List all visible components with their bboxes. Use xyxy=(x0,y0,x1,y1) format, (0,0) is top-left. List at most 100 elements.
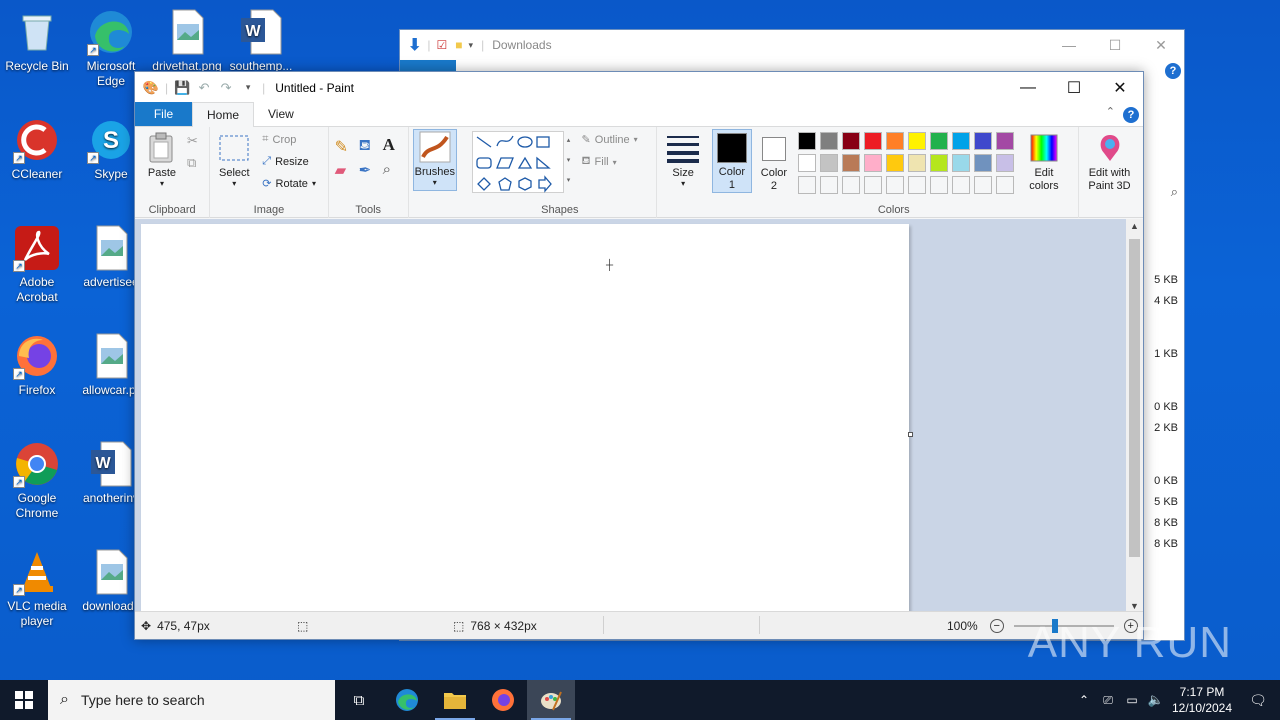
tab-view[interactable]: View xyxy=(254,102,308,126)
tab-home[interactable]: Home xyxy=(192,102,255,127)
custom-color-slot[interactable] xyxy=(863,176,882,194)
drawing-canvas[interactable]: ┼ xyxy=(141,224,909,613)
color2-button[interactable]: Color 2 xyxy=(756,129,792,193)
palette-color-swatch[interactable] xyxy=(907,132,926,150)
taskbar-paint[interactable] xyxy=(527,680,575,720)
palette-color-swatch[interactable] xyxy=(797,132,816,150)
taskbar-edge[interactable] xyxy=(383,680,431,720)
maximize-icon[interactable]: ☐ xyxy=(1092,30,1138,60)
folder-icon[interactable]: ■ xyxy=(455,38,462,52)
desktop-icon-southemp[interactable]: W southemp... xyxy=(224,8,298,74)
clock[interactable]: 7:17 PM 12/10/2024 xyxy=(1168,684,1236,716)
desktop-icon-recycle-bin[interactable]: Recycle Bin xyxy=(0,8,74,74)
custom-color-slot[interactable] xyxy=(929,176,948,194)
desktop-icon-ccleaner[interactable]: ↗ CCleaner xyxy=(0,116,74,182)
select-dropdown-icon[interactable]: ▾ xyxy=(216,179,252,188)
palette-color-swatch[interactable] xyxy=(863,154,882,172)
desktop-icon-firefox[interactable]: ↗ Firefox xyxy=(0,332,74,398)
paste-dropdown-icon[interactable]: ▾ xyxy=(143,179,181,188)
desktop-icon-vlc[interactable]: ↗ VLC media player xyxy=(0,548,74,629)
scroll-down-icon[interactable]: ▼ xyxy=(1130,601,1139,611)
network-icon[interactable]: ▭ xyxy=(1120,693,1144,707)
maximize-icon[interactable]: ☐ xyxy=(1051,72,1097,103)
edit-colors-button[interactable]: Edit colors xyxy=(1022,131,1066,193)
palette-color-swatch[interactable] xyxy=(973,154,992,172)
desktop-icon-chrome[interactable]: ↗ Google Chrome xyxy=(0,440,74,521)
properties-icon[interactable]: ☑ xyxy=(437,38,448,52)
fill-bucket-icon[interactable]: ⛾ xyxy=(359,137,371,156)
shapes-gallery[interactable] xyxy=(471,131,564,193)
vertical-scrollbar[interactable]: ▲ ▼ xyxy=(1126,219,1143,613)
collapse-ribbon-icon[interactable]: ⌃ xyxy=(1106,105,1115,118)
edit-with-paint3d-button[interactable]: Edit with Paint 3D xyxy=(1083,131,1137,193)
custom-color-slot[interactable] xyxy=(841,176,860,194)
minimize-icon[interactable]: — xyxy=(1005,72,1051,103)
brushes-button[interactable]: Brushes ▾ xyxy=(412,129,457,191)
custom-color-slot[interactable] xyxy=(951,176,970,194)
taskbar-search[interactable]: ⌕ Type here to search xyxy=(48,680,335,720)
tab-file[interactable]: File xyxy=(135,102,192,126)
canvas-area[interactable]: ┼ xyxy=(135,219,1128,613)
scrollbar-thumb[interactable] xyxy=(1129,239,1140,557)
cut-icon[interactable]: ✂ xyxy=(187,133,198,149)
text-icon[interactable]: A xyxy=(383,135,395,155)
canvas-resize-handle[interactable] xyxy=(908,432,913,437)
paste-button[interactable]: Paste ▾ xyxy=(143,131,181,188)
zoom-out-icon[interactable]: − xyxy=(989,618,1004,633)
palette-color-swatch[interactable] xyxy=(819,132,838,150)
palette-color-swatch[interactable] xyxy=(995,154,1014,172)
undo-icon[interactable]: ↶ xyxy=(196,80,212,96)
custom-color-slot[interactable] xyxy=(885,176,904,194)
close-icon[interactable]: ✕ xyxy=(1097,72,1143,103)
rotate-button[interactable]: ⟳ Rotate ▾ xyxy=(262,177,316,191)
size-button[interactable]: Size ▾ xyxy=(665,131,701,188)
start-button[interactable] xyxy=(0,680,48,720)
palette-color-swatch[interactable] xyxy=(951,154,970,172)
help-icon[interactable]: ? xyxy=(1123,107,1139,123)
custom-color-slot[interactable] xyxy=(819,176,838,194)
taskbar-firefox[interactable] xyxy=(479,680,527,720)
custom-color-slot[interactable] xyxy=(995,176,1014,194)
fill-button[interactable]: ⛾ Fill ▾ xyxy=(582,155,617,169)
palette-color-swatch[interactable] xyxy=(841,154,860,172)
color-picker-icon[interactable]: ✒ xyxy=(359,161,372,179)
scroll-up-icon[interactable]: ▲ xyxy=(1130,221,1139,231)
paint-titlebar[interactable]: 🎨 | 💾 ↶ ↷ ▾ | Untitled - Paint — ☐ ✕ xyxy=(135,72,1143,103)
eraser-icon[interactable]: ▰ xyxy=(335,161,347,179)
desktop-icon-acrobat[interactable]: ↗ Adobe Acrobat xyxy=(0,224,74,305)
desktop-icon-drivethat[interactable]: drivethat.png xyxy=(150,8,224,74)
palette-color-swatch[interactable] xyxy=(885,154,904,172)
palette-color-swatch[interactable] xyxy=(973,132,992,150)
resize-button[interactable]: ⤢ Resize xyxy=(262,155,308,168)
paint-app-icon[interactable]: 🎨 xyxy=(143,80,159,96)
minimize-icon[interactable]: — xyxy=(1046,30,1092,60)
customize-qat-icon[interactable]: ▾ xyxy=(240,80,256,96)
volume-icon[interactable]: 🔈 xyxy=(1144,692,1168,708)
network-adapter-icon[interactable]: ⎚ xyxy=(1096,693,1120,708)
close-icon[interactable]: ✕ xyxy=(1138,30,1184,60)
palette-color-swatch[interactable] xyxy=(929,154,948,172)
custom-color-slot[interactable] xyxy=(973,176,992,194)
palette-color-swatch[interactable] xyxy=(797,154,816,172)
taskbar-file-explorer[interactable] xyxy=(431,680,479,720)
palette-color-swatch[interactable] xyxy=(841,132,860,150)
chevron-up-icon[interactable]: ⌃ xyxy=(1072,693,1096,707)
palette-color-swatch[interactable] xyxy=(995,132,1014,150)
redo-icon[interactable]: ↷ xyxy=(218,80,234,96)
help-icon[interactable]: ? xyxy=(1165,63,1181,79)
palette-color-swatch[interactable] xyxy=(863,132,882,150)
pencil-icon[interactable]: ✎ xyxy=(335,137,348,157)
select-button[interactable]: Select ▾ xyxy=(216,131,252,188)
palette-color-swatch[interactable] xyxy=(907,154,926,172)
color1-button[interactable]: Color 1 xyxy=(711,129,752,193)
copy-icon[interactable]: ⧉ xyxy=(187,155,196,171)
shapes-scroll[interactable]: ▴ ▾ ▾ xyxy=(564,131,574,193)
save-icon[interactable]: 💾 xyxy=(174,80,190,96)
custom-color-slot[interactable] xyxy=(907,176,926,194)
qat-dropdown-icon[interactable]: ▾ xyxy=(469,40,474,51)
outline-button[interactable]: ✎ Outline ▾ xyxy=(582,133,638,147)
crop-button[interactable]: ⌗ Crop xyxy=(262,133,296,146)
palette-color-swatch[interactable] xyxy=(951,132,970,150)
palette-color-swatch[interactable] xyxy=(929,132,948,150)
task-view-button[interactable]: ⧉ xyxy=(335,680,383,720)
